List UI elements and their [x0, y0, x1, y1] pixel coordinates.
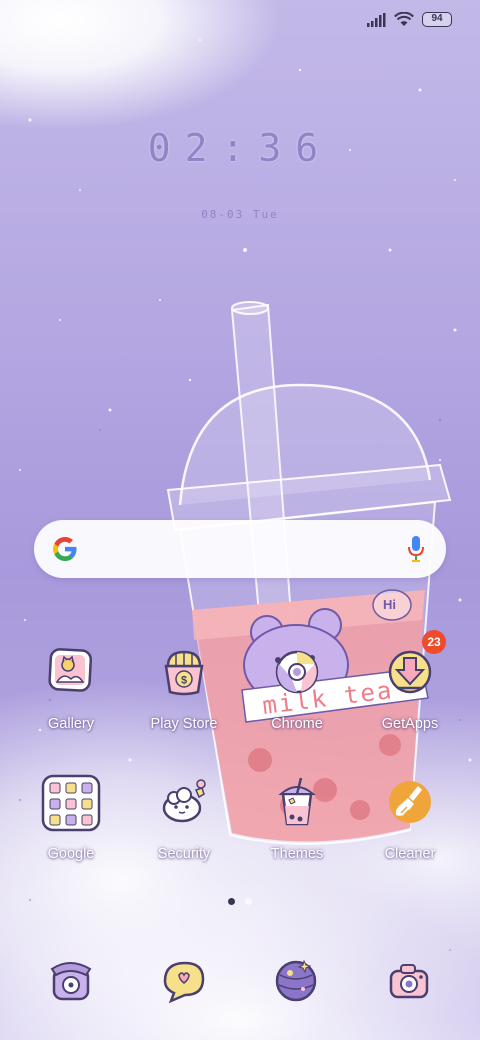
app-label: Chrome: [271, 716, 323, 732]
play-store-icon: $: [164, 650, 204, 696]
page-indicator: [0, 898, 480, 905]
google-search-bar[interactable]: [34, 520, 446, 578]
mic-icon[interactable]: [406, 535, 426, 563]
dock-camera[interactable]: [354, 953, 464, 1009]
app-label: Themes: [270, 846, 324, 862]
wallpaper-bubble-text: Hi: [383, 597, 396, 612]
dock-browser[interactable]: [241, 953, 351, 1009]
app-label: Google: [47, 846, 95, 862]
notification-badge: 23: [422, 630, 446, 654]
clock-time[interactable]: 02:36: [0, 126, 480, 170]
signal-icon: [367, 12, 386, 27]
page-dot: [245, 898, 252, 905]
app-google-folder[interactable]: Google: [16, 774, 126, 862]
app-chrome[interactable]: Chrome: [242, 644, 352, 732]
themes-icon: [278, 777, 316, 826]
app-label: Play Store: [150, 716, 218, 732]
app-play-store[interactable]: $ Play Store: [129, 644, 239, 732]
phone-icon: [50, 962, 92, 1001]
messages-icon: [163, 961, 205, 1004]
app-label: GetApps: [381, 716, 439, 732]
app-security[interactable]: Security: [129, 774, 239, 862]
google-folder-icon: [41, 774, 101, 832]
wifi-icon: [394, 12, 414, 26]
battery-icon: 94: [422, 12, 452, 27]
gallery-icon: [48, 648, 93, 692]
camera-icon: [389, 964, 429, 999]
dock-phone[interactable]: [15, 953, 125, 1009]
app-label: Security: [157, 846, 211, 862]
svg-text:$: $: [181, 675, 187, 687]
chrome-icon: [275, 650, 319, 694]
app-label: Gallery: [48, 716, 94, 732]
app-label: Cleaner: [384, 846, 436, 862]
google-g-icon: [53, 537, 77, 561]
browser-icon: [275, 959, 317, 1002]
app-gallery[interactable]: Gallery: [16, 644, 126, 732]
status-bar: 94: [0, 0, 480, 44]
app-getapps[interactable]: 23 GetApps: [355, 630, 465, 732]
clock-date[interactable]: 08-03 Tue: [0, 208, 480, 221]
page-dot-active: [228, 898, 235, 905]
app-cleaner[interactable]: Cleaner: [355, 774, 465, 862]
dock-messages[interactable]: [128, 953, 238, 1009]
app-themes[interactable]: Themes: [242, 774, 352, 862]
security-icon: [162, 779, 206, 823]
cleaner-icon: [389, 781, 431, 823]
